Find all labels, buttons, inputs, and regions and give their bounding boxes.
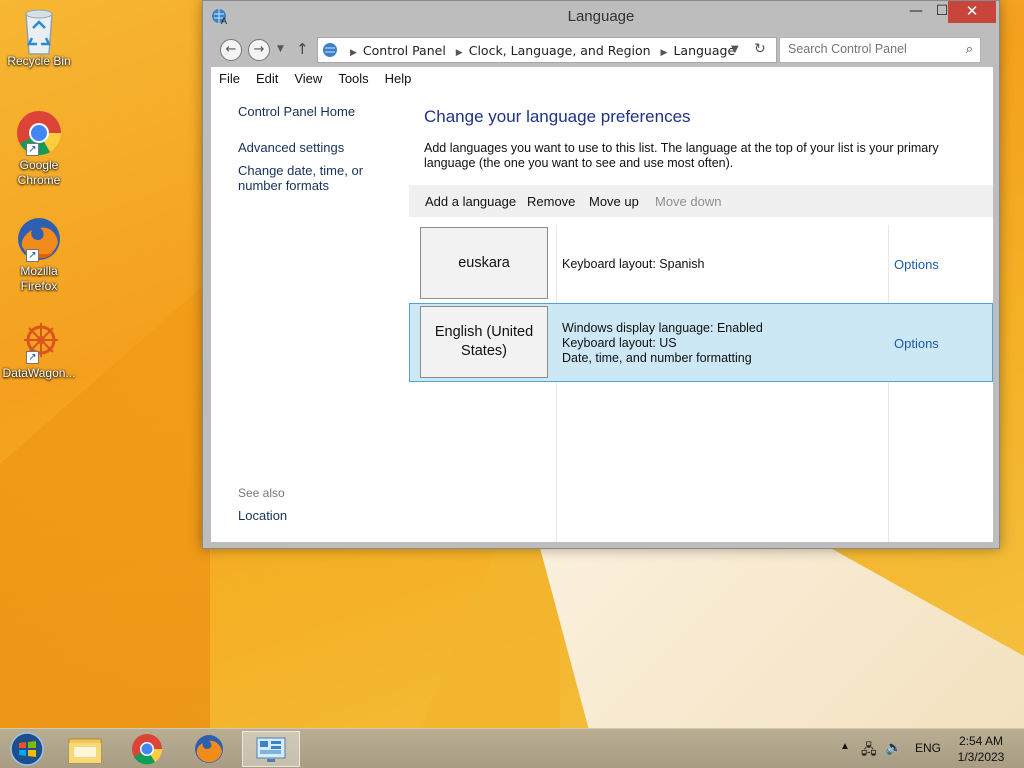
close-button[interactable]: ✕ <box>948 1 996 23</box>
start-button[interactable] <box>0 731 58 767</box>
menu-edit[interactable]: Edit <box>248 67 286 90</box>
minimize-button[interactable]: — <box>903 1 929 23</box>
menu-bar: File Edit View Tools Help <box>211 67 993 91</box>
search-input[interactable] <box>780 38 950 60</box>
menu-tools[interactable]: Tools <box>330 67 376 90</box>
breadcrumb-clock-language-region[interactable]: Clock, Language, and Region <box>469 43 651 58</box>
firefox-icon: ↗ <box>16 216 62 262</box>
move-up-button[interactable]: Move up <box>589 194 639 209</box>
datawagon-icon: ↗ <box>16 318 62 364</box>
language-row-english[interactable]: English (United States) Windows display … <box>409 303 993 382</box>
chrome-icon: ↗ <box>16 110 62 156</box>
forward-arrow-icon: → <box>253 42 265 57</box>
language-tile[interactable]: English (United States) <box>420 306 548 378</box>
show-hidden-icons-icon[interactable]: ▲ <box>840 741 850 752</box>
advanced-settings-link[interactable]: Advanced settings <box>238 140 404 155</box>
desktop-icon-chrome[interactable]: ↗ Google Chrome <box>2 110 76 188</box>
desktop-icon-label: Mozilla Firefox <box>20 264 58 293</box>
start-orb-icon <box>10 732 44 766</box>
taskbar: ▲ 🖧 🔈 ENG 2:54 AM 1/3/2023 <box>0 728 1024 768</box>
taskbar-control-panel[interactable] <box>242 731 300 767</box>
search-box: ⌕ <box>779 37 981 63</box>
back-button[interactable]: ← <box>220 39 242 61</box>
address-dropdown-icon[interactable]: ▼ <box>731 44 739 55</box>
taskbar-chrome[interactable] <box>118 731 176 767</box>
location-link[interactable]: Location <box>238 508 404 523</box>
display-language-text: Windows display language: Enabled <box>562 321 763 335</box>
breadcrumb-separator-icon: ▶ <box>455 48 463 58</box>
language-info: Windows display language: Enabled Keyboa… <box>562 321 763 366</box>
firefox-icon <box>195 735 223 763</box>
breadcrumb-separator-icon: ▶ <box>350 48 357 58</box>
language-info: Keyboard layout: Spanish <box>562 257 704 272</box>
control-panel-icon <box>256 737 286 762</box>
shortcut-arrow-icon: ↗ <box>26 249 39 262</box>
desktop-wallpaper-shape <box>540 548 1024 728</box>
breadcrumb-control-panel[interactable]: Control Panel <box>363 43 446 58</box>
change-date-formats-link[interactable]: Change date, time, or number formats <box>238 163 404 193</box>
forward-button[interactable]: → <box>248 39 270 61</box>
options-link[interactable]: Options <box>894 257 939 272</box>
recent-pages-chevron-icon[interactable]: ▼ <box>277 44 284 54</box>
menu-help[interactable]: Help <box>377 67 420 90</box>
language-tile[interactable]: euskara <box>420 227 548 299</box>
volume-icon[interactable]: 🔈 <box>885 739 902 756</box>
address-bar[interactable]: ▶ Control Panel ▶ Clock, Language, and Reg… <box>317 37 777 63</box>
keyboard-layout-text: Keyboard layout: US <box>562 336 677 350</box>
menu-file[interactable]: File <box>211 67 248 90</box>
shortcut-arrow-icon: ↗ <box>26 351 39 364</box>
network-icon[interactable]: 🖧 <box>861 739 877 763</box>
control-panel-icon <box>322 41 340 62</box>
options-link[interactable]: Options <box>894 336 939 351</box>
chrome-icon <box>132 734 163 765</box>
language-row-euskara[interactable]: euskara Keyboard layout: Spanish Options <box>409 217 993 303</box>
desktop-wallpaper-shape <box>420 548 560 728</box>
breadcrumb-separator-icon: ▶ <box>660 48 668 58</box>
desktop-icon-recycle-bin[interactable]: Recycle Bin <box>2 6 76 69</box>
search-icon[interactable]: ⌕ <box>966 42 973 57</box>
move-down-button[interactable]: Move down <box>655 194 721 209</box>
recycle-bin-icon <box>16 6 62 55</box>
desktop-icon-label: Google Chrome <box>17 158 61 187</box>
language-list: euskara Keyboard layout: Spanish Options… <box>409 217 993 542</box>
clock-time: 2:54 AM <box>958 734 1004 748</box>
remove-button[interactable]: Remove <box>527 194 575 209</box>
language-toolbar: Add a language Remove Move up Move down <box>409 185 993 217</box>
desktop-icon-label: Recycle Bin <box>7 54 71 68</box>
left-pane: Control Panel Home Advanced settings Cha… <box>211 91 409 542</box>
content-area: Control Panel Home Advanced settings Cha… <box>211 91 993 542</box>
taskbar-file-explorer[interactable] <box>56 731 114 767</box>
desktop-icon-datawagon[interactable]: ↗ DataWagon... <box>2 318 76 381</box>
formatting-text: Date, time, and number formatting <box>562 351 752 365</box>
language-window: A Language — ☐ ✕ ← → ▼ ↑ ▶ Control Panel … <box>202 0 1000 549</box>
refresh-icon[interactable]: ↻ <box>754 41 766 57</box>
up-arrow-icon[interactable]: ↑ <box>296 40 309 58</box>
page-title: Change your language preferences <box>424 107 691 126</box>
desktop-icon-firefox[interactable]: ↗ Mozilla Firefox <box>2 216 76 294</box>
clock[interactable]: 2:54 AM 1/3/2023 <box>948 733 1014 765</box>
window-title: Language <box>567 8 635 25</box>
title-bar[interactable]: A Language — ☐ ✕ <box>203 1 999 31</box>
desktop-icon-label: DataWagon... <box>2 366 76 380</box>
keyboard-layout-text: Keyboard layout: Spanish <box>562 257 705 271</box>
back-arrow-icon: ← <box>225 42 237 57</box>
input-language-indicator[interactable]: ENG <box>915 741 941 755</box>
control-panel-home-link[interactable]: Control Panel Home <box>238 104 404 119</box>
menu-view[interactable]: View <box>286 67 330 90</box>
clock-date: 1/3/2023 <box>957 750 1005 764</box>
page-description: Add languages you want to use to this li… <box>424 141 939 170</box>
see-also-label: See also <box>238 486 285 500</box>
add-language-button[interactable]: Add a language <box>425 194 516 209</box>
shortcut-arrow-icon: ↗ <box>26 143 39 156</box>
navigation-bar: ← → ▼ ↑ ▶ Control Panel ▶ Clock, Language,… <box>211 35 993 65</box>
file-explorer-icon <box>68 738 102 764</box>
breadcrumb-language[interactable]: Language <box>673 43 735 58</box>
taskbar-firefox[interactable] <box>180 731 238 767</box>
